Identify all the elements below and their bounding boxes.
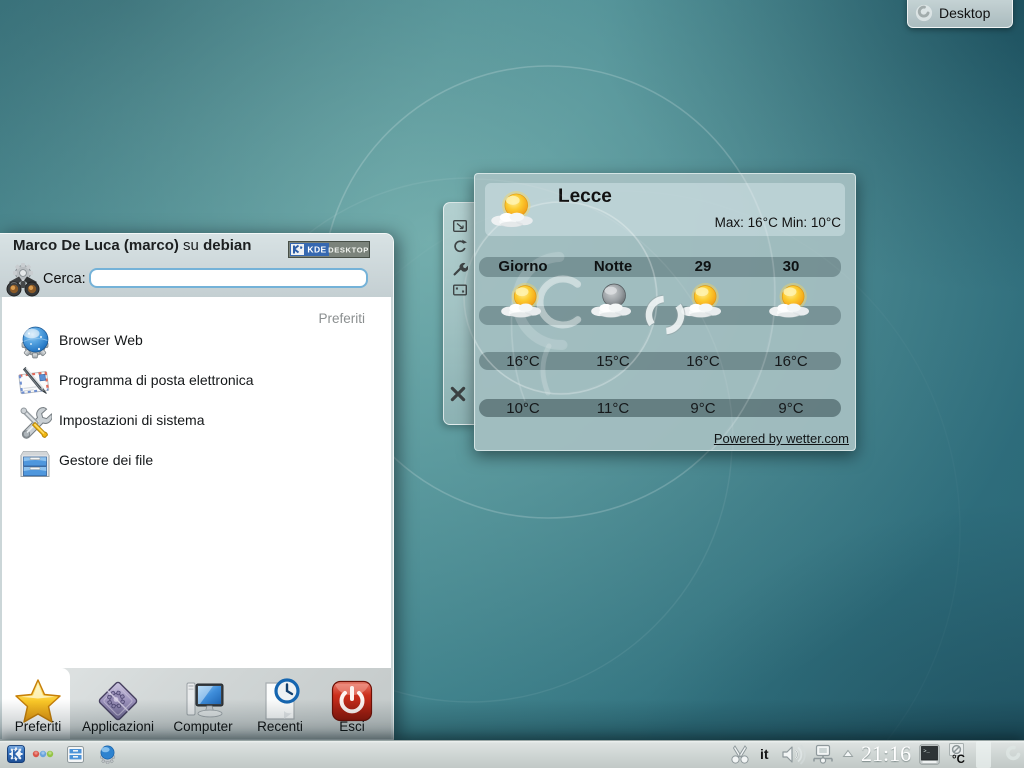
svg-text:DESKTOP: DESKTOP [328,246,369,255]
svg-text:KDE: KDE [307,245,326,255]
svg-text:>_: >_ [923,748,930,755]
